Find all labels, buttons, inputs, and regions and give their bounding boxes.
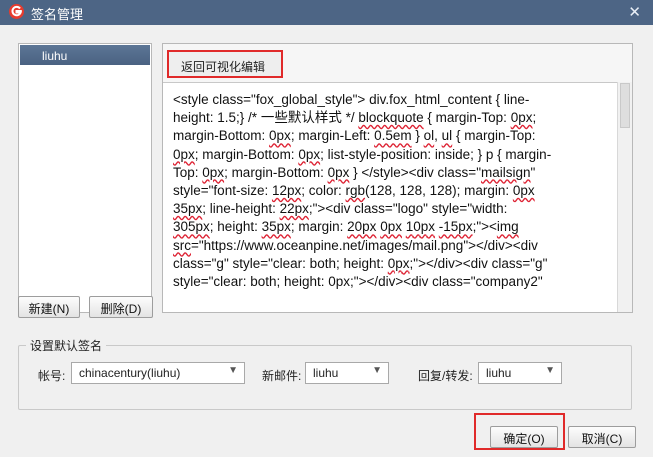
code-segment: ul <box>441 128 453 144</box>
code-segment: <style class="fox_global_style"> div.fox… <box>173 92 530 107</box>
group-title: 设置默认签名 <box>26 337 107 354</box>
code-line: style="font-size: 12px; color: rgb(128, … <box>173 182 610 200</box>
code-segment: 0px <box>327 164 350 180</box>
html-source-textarea[interactable]: <style class="fox_global_style"> div.fox… <box>163 82 618 312</box>
code-line: <style class="fox_global_style"> div.fox… <box>173 91 610 109</box>
code-line: src="https://www.oceanpine.net/images/ma… <box>173 237 610 255</box>
code-line: style="clear: both; height: 0px;"></div>… <box>173 273 610 291</box>
code-segment: 0px <box>173 146 195 162</box>
window-title: 签名管理 <box>31 7 84 22</box>
code-segment: 0px <box>202 164 225 180</box>
code-segment: 12px <box>271 183 302 199</box>
code-segment: ; height: <box>209 219 262 235</box>
list-item[interactable]: liuhu <box>20 45 150 65</box>
app-logo-icon <box>9 4 24 19</box>
account-select[interactable]: chinacentury(liuhu) ▼ <box>71 362 245 384</box>
code-segment: 20px <box>347 219 377 235</box>
signature-editor: 返回可视化编辑 <style class="fox_global_style">… <box>162 43 633 313</box>
code-segment: height: 1.5;} /* 一些默认样式 */ <box>173 110 359 126</box>
code-segment: ; list-style-position: inside; } p { mar… <box>320 146 552 162</box>
code-segment: 0px <box>298 146 321 162</box>
new-mail-label: 新邮件: <box>262 369 302 383</box>
code-segment: , <box>434 128 442 144</box>
delete-button[interactable]: 删除(D) <box>89 296 153 318</box>
code-segment: 0px <box>380 219 402 235</box>
code-segment: 0px <box>387 255 410 271</box>
code-segment: 305px <box>173 219 210 235</box>
cancel-button[interactable]: 取消(C) <box>568 426 636 448</box>
code-line: height: 1.5;} /* 一些默认样式 */ blockquote { … <box>173 109 610 127</box>
code-segment: 10px <box>405 219 436 235</box>
code-segment: { margin-Top: <box>423 110 511 126</box>
code-segment: 0px <box>512 183 535 199</box>
code-line: margin-Bottom: 0px; margin-Left: 0.5em }… <box>173 127 610 145</box>
code-segment: ; margin: <box>290 219 348 235</box>
close-icon[interactable]: ✕ <box>628 3 641 21</box>
reply-forward-label: 回复/转发: <box>418 369 473 383</box>
chevron-down-icon: ▼ <box>228 365 238 376</box>
return-visual-edit-tab[interactable]: 返回可视化编辑 <box>167 50 283 78</box>
code-segment: { margin-Top: <box>452 128 536 144</box>
code-segment: } </style><div class=" <box>349 164 481 180</box>
code-segment: ol <box>423 128 435 144</box>
code-segment: ;">< <box>472 219 497 235</box>
new-mail-select[interactable]: liuhu ▼ <box>305 362 389 384</box>
code-segment: 35px <box>261 219 291 235</box>
reply-forward-select-value: liuhu <box>486 366 512 380</box>
code-line: 0px; margin-Bottom: 0px; list-style-posi… <box>173 146 610 164</box>
code-segment: img <box>496 219 519 235</box>
code-segment: mailsign <box>481 164 531 180</box>
title-bar: 签名管理 ✕ <box>0 0 653 25</box>
code-line: Top: 0px; margin-Bottom: 0px } </style><… <box>173 164 610 182</box>
code-segment: src <box>173 237 191 253</box>
code-segment: blockquote <box>358 110 424 126</box>
code-segment: ; margin-Left: <box>290 128 375 144</box>
code-segment: 22px <box>279 201 309 217</box>
code-line: 35px; line-height: 22px;"><div class="lo… <box>173 200 610 218</box>
vertical-scrollbar[interactable] <box>617 82 632 312</box>
code-segment: style="clear: both; height: 0px;"></div>… <box>173 274 543 290</box>
code-segment: } <box>411 128 424 144</box>
new-button[interactable]: 新建(N) <box>18 296 80 318</box>
code-segment: (128, 128, 128); margin: <box>365 183 513 199</box>
new-mail-select-value: liuhu <box>313 366 339 380</box>
code-segment: class="g" style="clear: both; height: <box>173 255 388 271</box>
code-segment: ; margin-Bottom: <box>224 164 328 180</box>
account-label: 帐号: <box>38 369 66 383</box>
code-line: class="g" style="clear: both; height: 0p… <box>173 255 610 273</box>
code-segment: ;"></div><div class="g" <box>409 255 548 271</box>
scrollbar-thumb[interactable] <box>620 83 630 128</box>
chevron-down-icon: ▼ <box>545 365 555 376</box>
signature-dialog: liuhu 返回可视化编辑 <style class="fox_global_s… <box>0 25 653 457</box>
code-segment: -15px <box>438 219 473 235</box>
code-segment: ; <box>532 110 537 126</box>
code-segment: 35px <box>173 201 203 217</box>
code-segment: rgb <box>345 183 366 199</box>
code-segment: 0.5em <box>374 128 412 144</box>
code-segment: ;"><div class="logo" style="width: <box>308 201 508 217</box>
code-segment: 0px <box>269 128 291 144</box>
code-segment: ="https://www.oceanpine.net/images/mail.… <box>191 237 538 253</box>
code-segment: ; line-height: <box>202 201 280 217</box>
code-segment: ; margin-Bottom: <box>194 146 299 162</box>
code-segment: " <box>530 164 536 180</box>
ok-button[interactable]: 确定(O) <box>490 426 558 448</box>
code-segment: 0px <box>510 110 533 126</box>
chevron-down-icon: ▼ <box>372 365 382 376</box>
code-segment: style="font-size: <box>173 183 272 199</box>
code-line: 305px; height: 35px; margin: 20px 0px 10… <box>173 218 610 236</box>
code-segment: ; color: <box>301 183 346 199</box>
reply-forward-select[interactable]: liuhu ▼ <box>478 362 562 384</box>
account-select-value: chinacentury(liuhu) <box>79 366 181 380</box>
code-segment: margin-Bottom: <box>173 128 270 144</box>
account-list: liuhu <box>18 43 152 313</box>
code-segment: Top: <box>173 164 203 180</box>
